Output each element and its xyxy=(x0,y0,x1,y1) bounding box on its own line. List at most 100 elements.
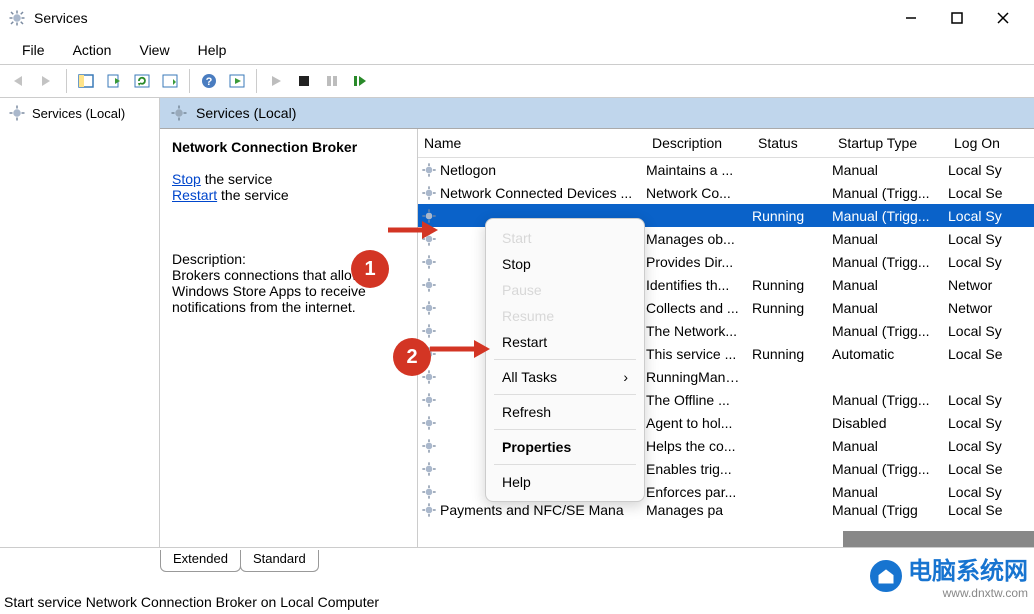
cell-logon: Local Sy xyxy=(948,254,1018,270)
app-icon xyxy=(8,9,26,27)
cell-logon: Networ xyxy=(948,277,1018,293)
cell-description: This service ... xyxy=(646,346,752,362)
cell-status: Running xyxy=(752,300,832,316)
service-icon xyxy=(418,277,440,293)
detail-pane: Network Connection Broker Stop the servi… xyxy=(160,129,418,547)
col-description[interactable]: Description xyxy=(646,135,752,151)
cell-status: Running xyxy=(752,277,832,293)
tree-item-label: Services (Local) xyxy=(32,106,125,121)
stop-link[interactable]: Stop xyxy=(172,171,201,187)
cell-logon: Local Sy xyxy=(948,415,1018,431)
annotation-arrow-2 xyxy=(430,337,490,361)
cell-status: Running xyxy=(752,208,832,224)
service-row[interactable]: NetlogonMaintains a ...ManualLocal Sy xyxy=(418,158,1034,181)
maximize-button[interactable] xyxy=(934,3,980,33)
cell-description: Manages pa xyxy=(646,502,752,518)
annotation-arrow-1 xyxy=(388,218,438,242)
ctx-refresh[interactable]: Refresh xyxy=(486,399,644,425)
refresh-button[interactable] xyxy=(129,68,155,94)
cell-startup: Manual xyxy=(832,438,948,454)
cell-description: Provides Dir... xyxy=(646,254,752,270)
ctx-properties[interactable]: Properties xyxy=(486,434,644,460)
restart-link[interactable]: Restart xyxy=(172,187,217,203)
col-name[interactable]: Name xyxy=(418,135,646,151)
pause-service-button[interactable] xyxy=(319,68,345,94)
cell-name: Netlogon xyxy=(440,162,646,178)
action-button[interactable] xyxy=(224,68,250,94)
service-row[interactable]: Payments and NFC/SE ManaManages pa Manual… xyxy=(418,503,1034,516)
cell-description: Manages ob... xyxy=(646,231,752,247)
service-icon xyxy=(418,502,440,518)
cell-logon: Local Se xyxy=(948,346,1018,362)
service-icon xyxy=(418,438,440,454)
service-icon xyxy=(418,162,440,178)
start-service-button[interactable] xyxy=(263,68,289,94)
back-button[interactable] xyxy=(6,68,32,94)
cell-description: Helps the co... xyxy=(646,438,752,454)
tree-pane: Services (Local) xyxy=(0,98,160,547)
tab-standard[interactable]: Standard xyxy=(240,550,319,572)
cell-startup: Manual (Trigg... xyxy=(832,208,948,224)
annotation-step-2: 2 xyxy=(393,338,431,376)
menu-action[interactable]: Action xyxy=(63,40,122,60)
horizontal-scrollbar[interactable] xyxy=(843,531,1034,547)
cell-startup: Manual (Trigg... xyxy=(832,254,948,270)
service-icon xyxy=(418,254,440,270)
tree-item-services-local[interactable]: Services (Local) xyxy=(0,102,159,124)
menu-bar: File Action View Help xyxy=(0,36,1034,64)
cell-logon: Networ xyxy=(948,300,1018,316)
col-status[interactable]: Status xyxy=(752,135,832,151)
cell-logon: Local Sy xyxy=(948,208,1018,224)
service-icon xyxy=(418,484,440,500)
cell-description: Identifies th... xyxy=(646,277,752,293)
properties-button[interactable] xyxy=(157,68,183,94)
cell-name: Payments and NFC/SE Mana xyxy=(440,502,646,518)
cell-description: Enforces par... xyxy=(646,484,752,500)
service-icon xyxy=(418,300,440,316)
cell-name: Network Connected Devices ... xyxy=(440,185,646,201)
forward-button[interactable] xyxy=(34,68,60,94)
cell-logon: Local Sy xyxy=(948,392,1018,408)
ctx-stop[interactable]: Stop xyxy=(486,251,644,277)
show-hide-tree-button[interactable] xyxy=(73,68,99,94)
cell-logon: Local Sy xyxy=(948,438,1018,454)
cell-logon: Local Sy xyxy=(948,231,1018,247)
minimize-button[interactable] xyxy=(888,3,934,33)
cell-startup: Manual xyxy=(832,277,948,293)
tab-extended[interactable]: Extended xyxy=(160,550,241,572)
chevron-right-icon: › xyxy=(623,369,628,385)
selected-service-title: Network Connection Broker xyxy=(172,139,405,155)
stop-link-line: Stop the service xyxy=(172,171,405,187)
close-button[interactable] xyxy=(980,3,1026,33)
restart-service-button[interactable] xyxy=(347,68,373,94)
cell-logon: Local Sy xyxy=(750,369,752,385)
cell-description: Maintains a ... xyxy=(646,162,752,178)
ctx-restart[interactable]: Restart xyxy=(486,329,644,355)
menu-file[interactable]: File xyxy=(12,40,55,60)
stop-service-button[interactable] xyxy=(291,68,317,94)
ctx-help[interactable]: Help xyxy=(486,469,644,495)
annotation-step-1: 1 xyxy=(351,250,389,288)
cell-description: Agent to hol... xyxy=(646,415,752,431)
cell-startup: Manual (Trigg... xyxy=(832,392,948,408)
cell-startup: Manual (Trigg xyxy=(832,502,948,518)
ctx-start: Start xyxy=(486,225,644,251)
menu-view[interactable]: View xyxy=(129,40,179,60)
gear-icon xyxy=(170,104,188,122)
cell-startup: Manual xyxy=(832,484,948,500)
menu-help[interactable]: Help xyxy=(188,40,237,60)
cell-status: Running xyxy=(646,369,698,385)
col-startup-type[interactable]: Startup Type xyxy=(832,135,948,151)
column-headers: Name Description Status Startup Type Log… xyxy=(418,129,1034,158)
help-button[interactable]: ? xyxy=(196,68,222,94)
export-list-button[interactable] xyxy=(101,68,127,94)
service-row[interactable]: Network Connected Devices ...Network Co.… xyxy=(418,181,1034,204)
service-icon xyxy=(418,461,440,477)
col-logon[interactable]: Log On xyxy=(948,135,1018,151)
ctx-all-tasks[interactable]: All Tasks › xyxy=(486,364,644,390)
pane-header-label: Services (Local) xyxy=(196,105,296,121)
cell-startup: Manual xyxy=(832,300,948,316)
cell-logon: Local Se xyxy=(948,502,1018,518)
title-bar: Services xyxy=(0,0,1034,36)
cell-startup: Manual (Trigg... xyxy=(832,323,948,339)
